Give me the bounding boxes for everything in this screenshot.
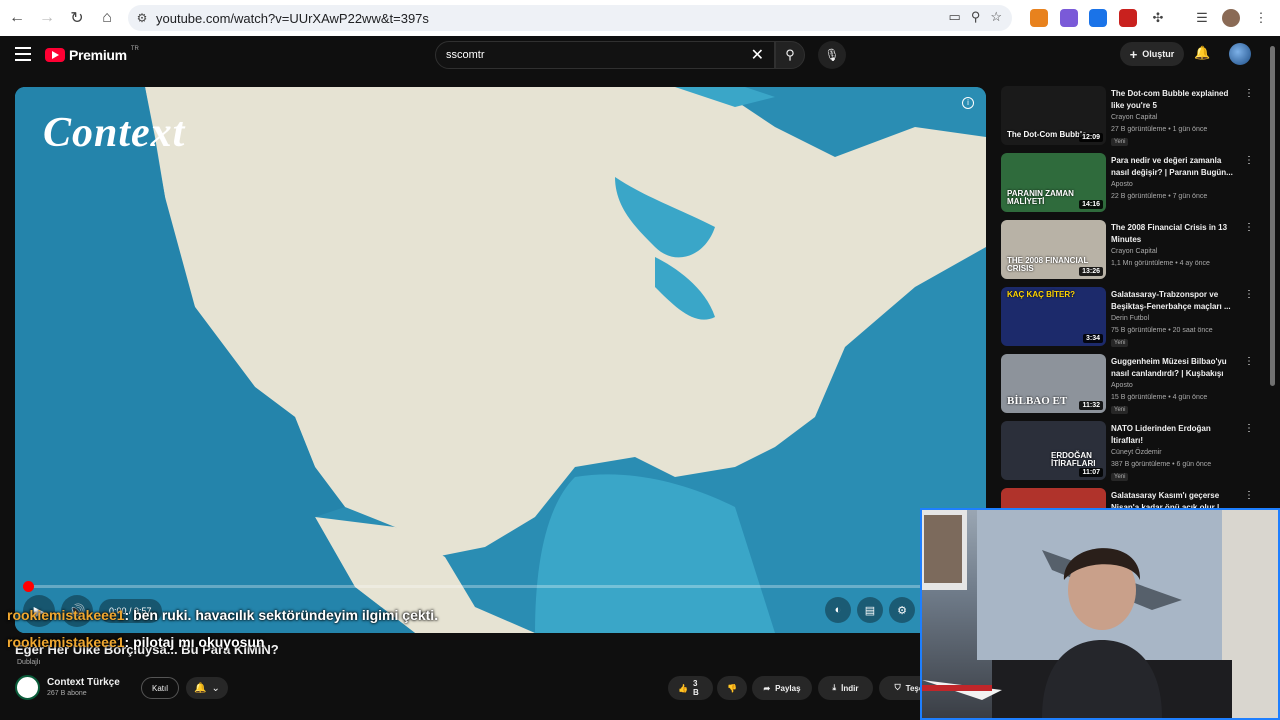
microphone-icon: 🎙 (824, 48, 840, 62)
video-thumbnail[interactable]: THE 2008 FINANCIAL CRISIS 13:26 (1001, 220, 1106, 279)
notifications-bell-icon[interactable]: 🔔 (1194, 45, 1210, 61)
browser-menu-icon[interactable]: ⋮ (1252, 9, 1270, 27)
home-icon[interactable]: ⌂ (94, 5, 120, 31)
progress-bar[interactable] (23, 581, 978, 592)
metamask-extension-icon[interactable] (1030, 9, 1048, 27)
install-icon[interactable]: ▭ (949, 9, 961, 25)
share-button[interactable]: ➦ Paylaş (752, 676, 812, 700)
bell-icon: 🔔 (194, 682, 207, 694)
more-options-icon[interactable]: ⋮ (1244, 88, 1254, 99)
recommendation-card[interactable]: PARANIN ZAMAN MALİYETİ 14:16 Para nedir … (1001, 153, 1256, 220)
wave-extension-icon[interactable] (1089, 9, 1107, 27)
progress-scrubber[interactable] (23, 581, 34, 592)
youtube-play-logo-icon (45, 48, 65, 62)
channel-name[interactable]: Context Türkçe (47, 677, 120, 688)
dislike-button[interactable]: 👎 (717, 676, 747, 700)
recommendations-list: The Dot-Com Bubble 12:09 The Dot-com Bub… (1001, 86, 1256, 555)
browser-toolbar: ← → ↻ ⌂ ⚙ youtube.com/watch?v=UUrXAwP22w… (0, 0, 1280, 36)
youtube-premium-logo[interactable]: Premium TR (45, 46, 139, 63)
more-options-icon[interactable]: ⋮ (1244, 155, 1254, 166)
recommendation-card[interactable]: KAÇ KAÇ BİTER? 3:34 Galatasaray-Trabzons… (1001, 287, 1256, 354)
search-button[interactable]: ⚲ (775, 41, 805, 69)
more-options-icon[interactable]: ⋮ (1244, 356, 1254, 367)
plus-icon: + (1129, 46, 1138, 62)
extension-icon[interactable] (1060, 9, 1078, 27)
more-options-icon[interactable]: ⋮ (1244, 423, 1254, 434)
chat-message: rookiemistakeee1: ben ruki. havacılık se… (7, 607, 438, 623)
download-icon: ⤓ (832, 683, 837, 692)
download-button[interactable]: ⤓ İndir (818, 676, 873, 700)
thumbs-up-icon: 👍 (678, 683, 688, 693)
recommendation-card[interactable]: BİLBAO ET 11:32 Guggenheim Müzesi Bilbao… (1001, 354, 1256, 421)
clear-search-icon[interactable]: ✕ (751, 45, 764, 65)
address-bar[interactable]: ⚙ youtube.com/watch?v=UUrXAwP22ww&t=397s… (128, 5, 1012, 31)
subtitles-icon[interactable]: ▤ (857, 597, 883, 623)
more-options-icon[interactable]: ⋮ (1244, 490, 1254, 501)
recommendation-card[interactable]: The Dot-Com Bubble 12:09 The Dot-com Bub… (1001, 86, 1256, 153)
more-options-icon[interactable]: ⋮ (1244, 222, 1254, 233)
player-controls-right: ◐ ▤ ⚙ (825, 597, 915, 623)
forward-icon[interactable]: → (34, 5, 60, 31)
video-player[interactable]: Context i ▶ 🔊 0:00 / 9:57 ◐ ▤ ⚙ (15, 87, 986, 633)
voice-search-button[interactable]: 🎙 (818, 41, 846, 69)
webcam-overlay (920, 508, 1280, 720)
profile-avatar[interactable] (1222, 9, 1240, 27)
video-thumbnail[interactable]: KAÇ KAÇ BİTER? 3:34 (1001, 287, 1106, 346)
pdf-extension-icon[interactable] (1119, 9, 1137, 27)
map-video-frame (15, 87, 986, 633)
chat-username: rookiemistakeee1 (7, 634, 125, 650)
dubbed-badge: Dublajlı (17, 659, 41, 666)
chevron-down-icon: ⌄ (211, 682, 220, 694)
video-thumbnail[interactable]: ERDOĞAN İTİRAFLARI 11:07 (1001, 421, 1106, 480)
webcam-image (922, 510, 1278, 718)
settings-gear-icon[interactable]: ⚙ (889, 597, 915, 623)
video-thumbnail[interactable]: BİLBAO ET 11:32 (1001, 354, 1106, 413)
video-thumbnail[interactable]: The Dot-Com Bubble 12:09 (1001, 86, 1106, 145)
account-avatar[interactable] (1229, 43, 1251, 65)
subscription-bell-button[interactable]: 🔔 ⌄ (186, 677, 228, 699)
site-settings-icon[interactable]: ⚙ (128, 11, 156, 25)
menu-hamburger-icon[interactable] (15, 47, 31, 61)
search-box[interactable]: ✕ (435, 41, 775, 69)
thanks-icon: ⛉ (894, 683, 901, 692)
chat-text: : pilotaj mı okuyosun (124, 634, 265, 650)
autoplay-toggle[interactable]: ◐ (825, 597, 851, 623)
page-scrollbar[interactable] (1270, 46, 1275, 386)
youtube-header: Premium TR ✕ ⚲ 🎙 +Oluştur 🔔 (0, 36, 1280, 74)
chat-username: rookiemistakeee1 (7, 607, 125, 623)
url-text[interactable]: youtube.com/watch?v=UUrXAwP22ww&t=397s (156, 11, 429, 26)
thumbs-down-icon: 👎 (727, 683, 737, 693)
subscriber-count: 267 B abone (47, 690, 87, 697)
recommendation-card[interactable]: THE 2008 FINANCIAL CRISIS 13:26 The 2008… (1001, 220, 1256, 287)
reading-list-icon[interactable]: ☰ (1193, 9, 1211, 27)
search-icon: ⚲ (785, 47, 795, 62)
zoom-icon[interactable]: ⚲ (971, 9, 981, 25)
video-thumbnail[interactable]: PARANIN ZAMAN MALİYETİ 14:16 (1001, 153, 1106, 212)
search-input[interactable] (446, 49, 726, 61)
reload-icon[interactable]: ↻ (64, 5, 90, 31)
create-button[interactable]: + Oluştur (1120, 42, 1184, 66)
recommendation-card[interactable]: ERDOĞAN İTİRAFLARI 11:07 NATO Liderinden… (1001, 421, 1256, 488)
back-icon[interactable]: ← (4, 5, 30, 31)
video-overlay-brand: Context (43, 110, 186, 156)
share-icon: ➦ (763, 683, 771, 693)
join-button[interactable]: Katıl (141, 677, 179, 699)
chat-text: : ben ruki. havacılık sektöründeyim ilgi… (124, 607, 439, 623)
more-options-icon[interactable]: ⋮ (1244, 289, 1254, 300)
like-button[interactable]: 👍 3 B (668, 676, 713, 700)
bookmark-star-icon[interactable]: ☆ (990, 9, 1002, 25)
chat-message: rookiemistakeee1: pilotaj mı okuyosun (7, 634, 265, 650)
info-icon[interactable]: i (962, 97, 974, 109)
extensions-puzzle-icon[interactable]: ✣ (1149, 9, 1167, 27)
channel-avatar[interactable] (15, 675, 40, 700)
